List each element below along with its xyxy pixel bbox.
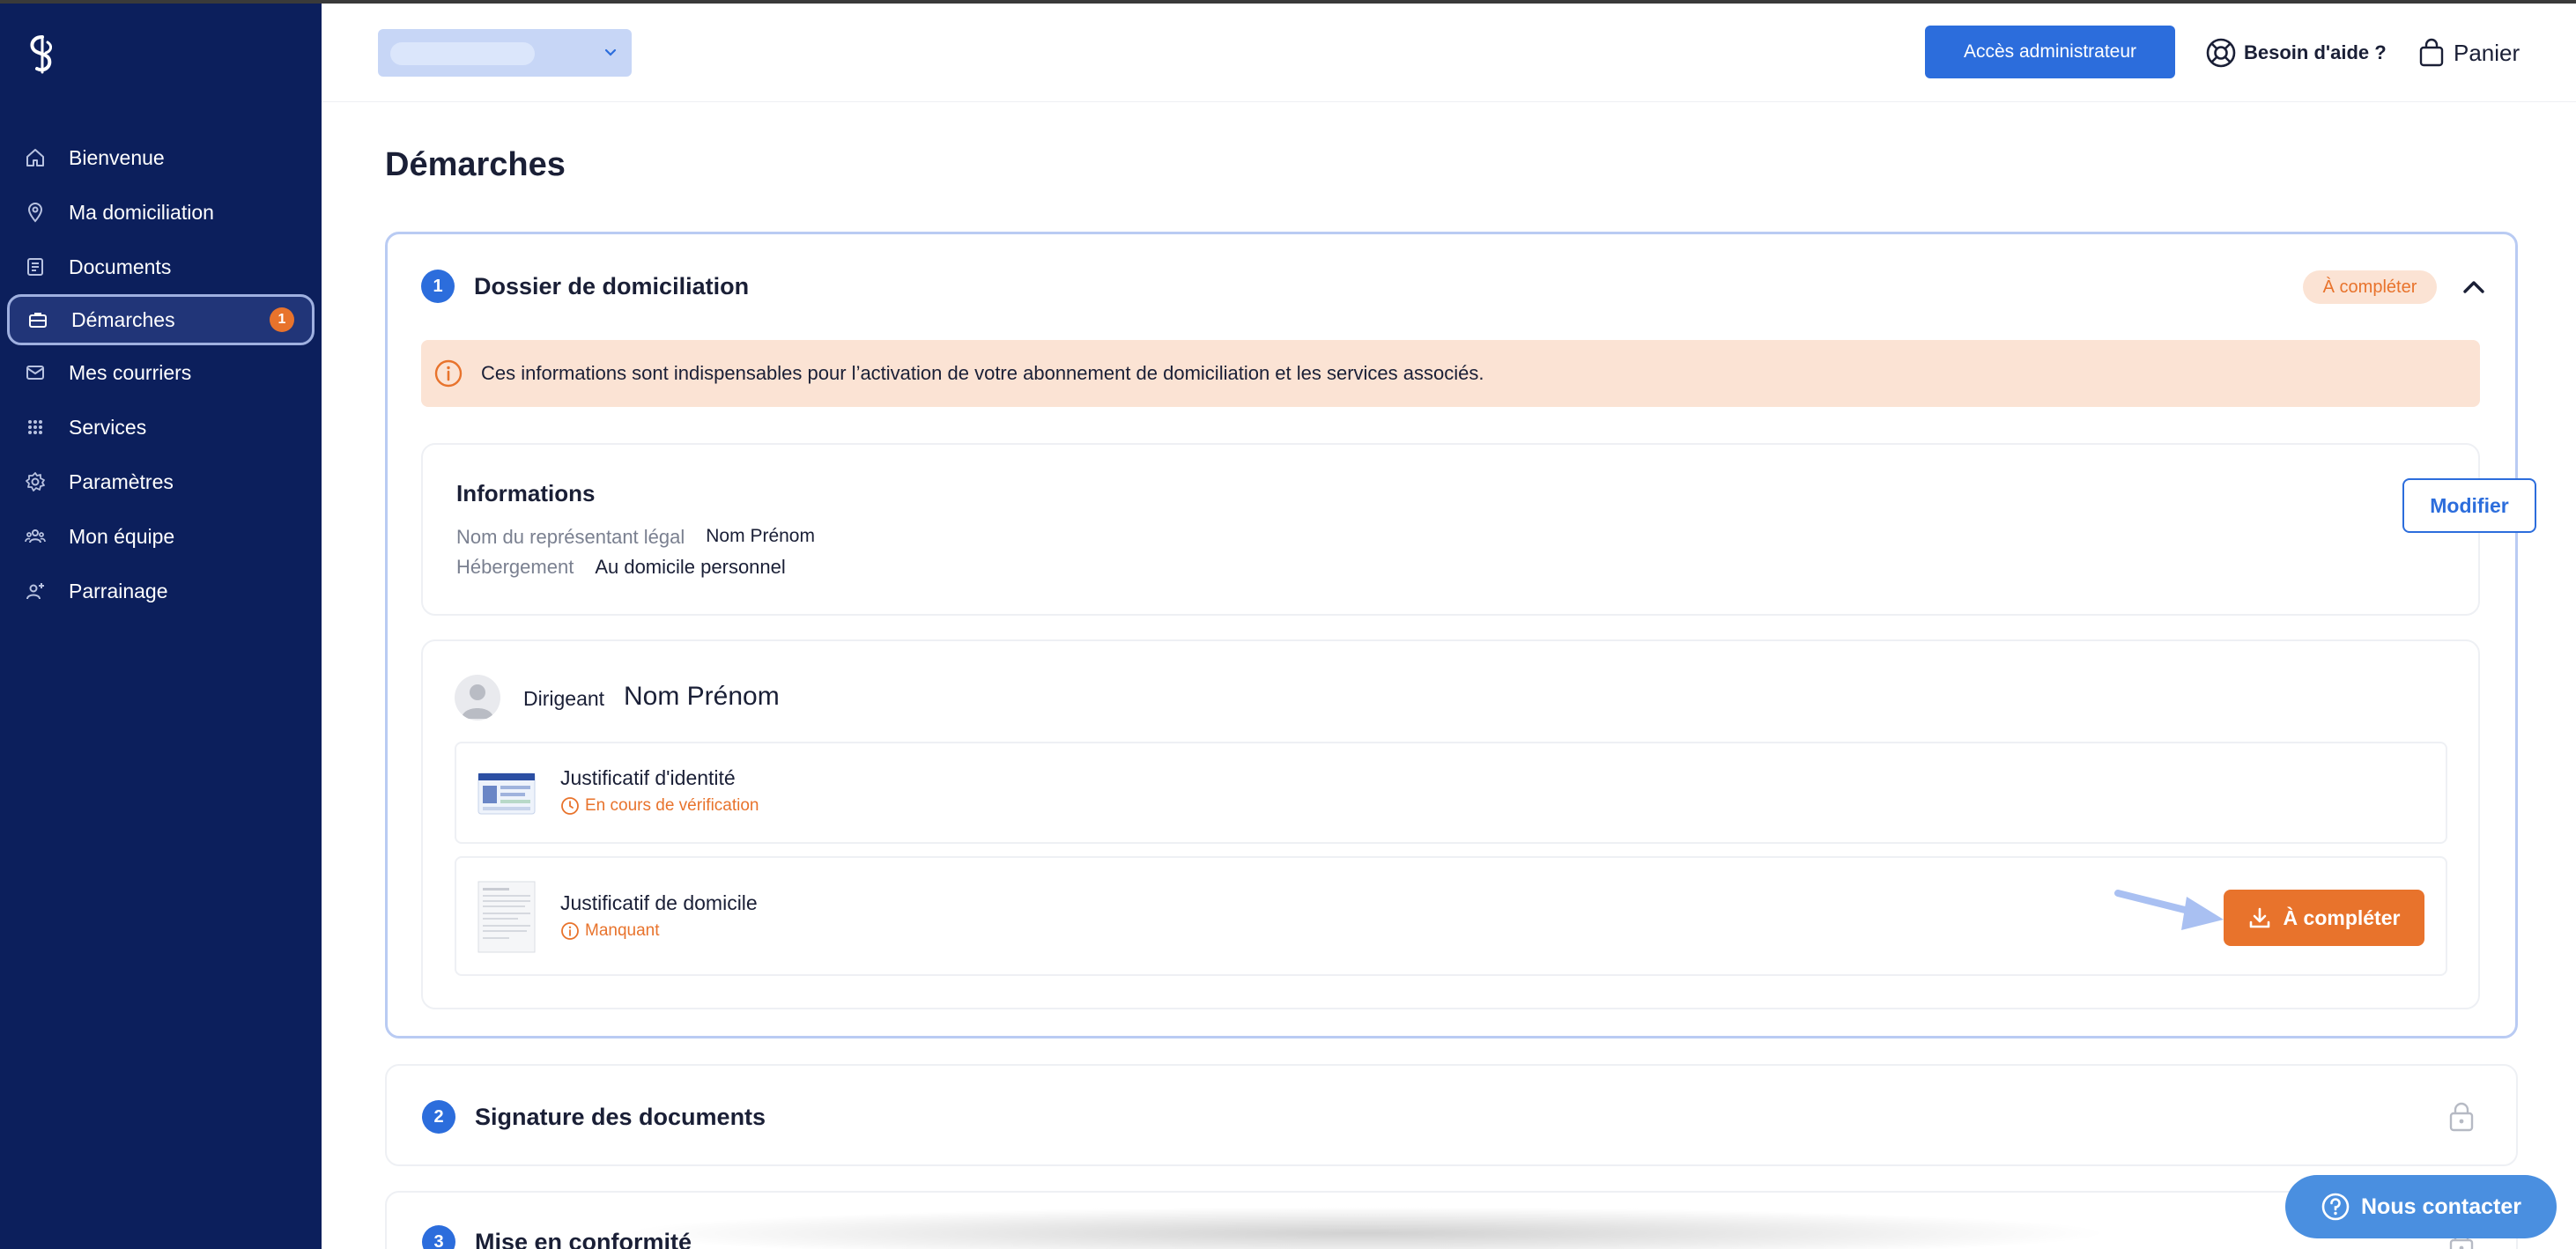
sidebar-item-documents[interactable]: Documents xyxy=(0,240,322,294)
company-select-placeholder xyxy=(390,42,535,65)
download-icon xyxy=(2249,907,2269,928)
sidebar-item-demarches[interactable]: Démarches 1 xyxy=(7,294,315,345)
gear-icon xyxy=(25,471,46,492)
director-name: Nom Prénom xyxy=(624,682,780,711)
sidebar-item-services[interactable]: Services xyxy=(0,400,322,455)
briefcase-icon xyxy=(27,309,48,330)
team-icon xyxy=(25,526,46,547)
top-header: Accès administrateur Besoin d'aide ? Pan… xyxy=(322,4,2576,102)
shopping-bag-icon xyxy=(2419,38,2444,67)
company-select[interactable] xyxy=(378,29,632,77)
information-panel: Informations Nom du représentant légal N… xyxy=(421,443,2536,616)
chevron-up-icon[interactable] xyxy=(2460,273,2488,301)
sidebar-item-parametres[interactable]: Paramètres xyxy=(0,455,322,509)
clock-icon xyxy=(561,797,579,815)
document-status: Manquant xyxy=(560,921,660,941)
mail-icon xyxy=(25,362,46,383)
sidebar-item-label: Parrainage xyxy=(69,579,168,602)
complete-document-button[interactable]: À compléter xyxy=(2224,890,2424,946)
grid-icon xyxy=(25,417,46,438)
cart-label: Panier xyxy=(2454,39,2520,66)
page-title: Démarches xyxy=(385,146,566,183)
modify-button[interactable]: Modifier xyxy=(2402,478,2536,533)
sidebar: Bienvenue Ma domiciliation Documents Dém… xyxy=(0,4,322,1249)
step-number: 3 xyxy=(422,1225,455,1249)
lifebuoy-icon xyxy=(2206,38,2236,68)
sidebar-item-label: Mes courriers xyxy=(69,360,192,384)
director-panel: Dirigeant Nom Prénom Justificatif d'iden… xyxy=(421,639,2480,1009)
document-status-text: Manquant xyxy=(585,921,660,940)
avatar xyxy=(455,675,500,721)
sidebar-item-label: Paramètres xyxy=(69,469,174,493)
proof-of-address-thumbnail xyxy=(477,881,536,953)
scroll-shadow xyxy=(617,1207,2114,1249)
question-circle-icon xyxy=(2321,1193,2350,1221)
cart-link[interactable]: Panier xyxy=(2418,35,2520,70)
info-label: Hébergement xyxy=(456,556,574,578)
complete-button-label: À compléter xyxy=(2283,905,2401,929)
info-value: Au domicile personnel xyxy=(595,556,786,578)
info-row-hosting: Hébergement Au domicile personnel xyxy=(456,556,786,579)
sidebar-item-label: Ma domiciliation xyxy=(69,200,214,224)
step-card-dossier: 1 Dossier de domiciliation À compléter C… xyxy=(385,232,2536,1038)
help-link[interactable]: Besoin d'aide ? xyxy=(2205,35,2387,70)
document-status: En cours de vérification xyxy=(560,796,759,816)
step-number: 2 xyxy=(422,1100,455,1134)
home-icon xyxy=(25,147,46,168)
step-number: 1 xyxy=(421,270,455,303)
document-title: Justificatif de domicile xyxy=(560,891,758,914)
sidebar-item-ma-domiciliation[interactable]: Ma domiciliation xyxy=(0,185,322,240)
contact-button-label: Nous contacter xyxy=(2361,1194,2521,1219)
step-card-signature[interactable]: 2 Signature des documents xyxy=(385,1064,2518,1166)
info-row-representative: Nom du représentant légal Nom Prénom xyxy=(456,526,815,549)
lock-icon xyxy=(2449,1102,2474,1132)
notification-badge: 1 xyxy=(270,307,294,332)
sidebar-nav: Bienvenue Ma domiciliation Documents Dém… xyxy=(0,130,322,618)
alert-text: Ces informations sont indispensables pou… xyxy=(481,362,1484,384)
sidebar-item-label: Bienvenue xyxy=(69,145,165,169)
sidebar-item-mes-courriers[interactable]: Mes courriers xyxy=(0,345,322,400)
sidebar-item-label: Services xyxy=(69,415,147,439)
status-badge: À compléter xyxy=(2303,270,2437,304)
chevron-down-icon xyxy=(604,48,617,56)
contact-us-button[interactable]: Nous contacter xyxy=(2285,1175,2557,1238)
info-value: Nom Prénom xyxy=(706,526,815,546)
document-status-text: En cours de vérification xyxy=(585,796,759,815)
sidebar-item-label: Démarches xyxy=(71,307,175,331)
step-title: Signature des documents xyxy=(475,1104,766,1130)
info-label: Nom du représentant légal xyxy=(456,526,685,548)
sidebar-item-label: Mon équipe xyxy=(69,524,175,548)
admin-access-button[interactable]: Accès administrateur xyxy=(1925,26,2175,78)
document-icon xyxy=(25,256,46,277)
document-title: Justificatif d'identité xyxy=(560,766,736,789)
pointer-arrow-icon xyxy=(2114,890,2224,930)
location-pin-icon xyxy=(25,202,46,223)
sidebar-item-parrainage[interactable]: Parrainage xyxy=(0,564,322,618)
info-alert: Ces informations sont indispensables pou… xyxy=(421,340,2480,407)
sidebar-item-label: Documents xyxy=(69,255,172,278)
info-circle-icon xyxy=(434,359,463,388)
information-title: Informations xyxy=(456,480,596,506)
document-row-identity[interactable]: Justificatif d'identité En cours de véri… xyxy=(455,742,2447,844)
document-row-domicile[interactable]: Justificatif de domicile Manquant À comp… xyxy=(455,856,2447,976)
sidebar-item-bienvenue[interactable]: Bienvenue xyxy=(0,130,322,185)
help-label: Besoin d'aide ? xyxy=(2244,41,2387,63)
info-circle-icon xyxy=(561,922,579,940)
director-label: Dirigeant xyxy=(523,687,605,710)
logo-icon[interactable] xyxy=(25,33,60,76)
id-card-thumbnail xyxy=(477,772,536,815)
step-title: Dossier de domiciliation xyxy=(474,273,750,299)
referral-icon xyxy=(25,580,46,602)
sidebar-item-mon-equipe[interactable]: Mon équipe xyxy=(0,509,322,564)
